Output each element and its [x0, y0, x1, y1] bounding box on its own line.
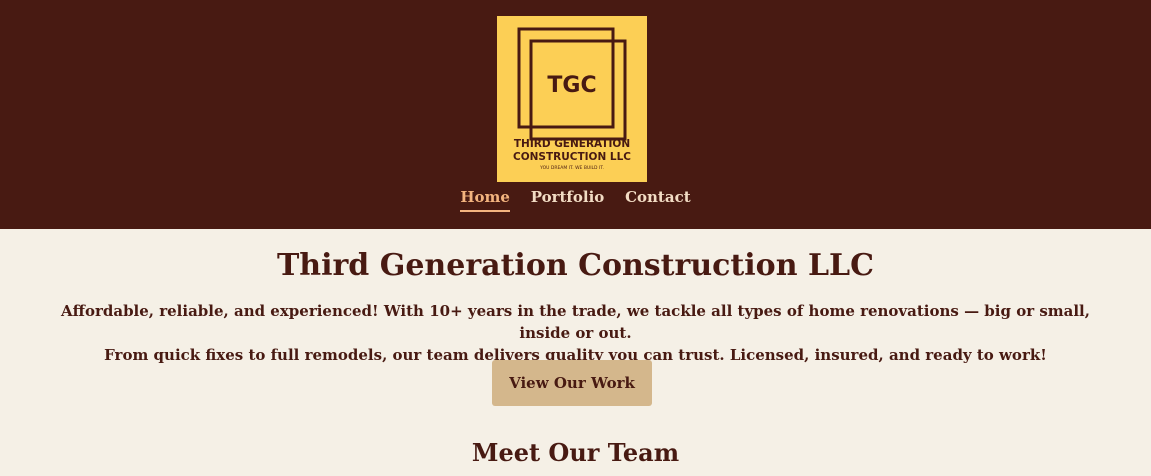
team-section-title: Meet Our Team	[471, 438, 680, 467]
hero-title: Third Generation Construction LLC	[276, 248, 875, 283]
company-logo[interactable]: TGC THIRD GENERATION CONSTRUCTION LLC YO…	[497, 16, 647, 182]
view-our-work-button[interactable]: View Our Work	[492, 360, 652, 406]
main-nav: Home Portfolio Contact	[0, 188, 1151, 212]
logo-tagline: YOU DREAM IT. WE BUILD IT.	[539, 165, 604, 171]
hero-description: Affordable, reliable, and experienced! W…	[60, 300, 1091, 366]
nav-link-portfolio[interactable]: Portfolio	[531, 188, 605, 210]
logo-graphic: TGC THIRD GENERATION CONSTRUCTION LLC YO…	[513, 27, 631, 171]
logo-name-line2: CONSTRUCTION LLC	[513, 151, 631, 163]
logo-name-line1: THIRD GENERATION	[514, 138, 630, 150]
site-header: TGC THIRD GENERATION CONSTRUCTION LLC YO…	[0, 0, 1151, 229]
nav-link-home[interactable]: Home	[460, 188, 510, 212]
hero-description-line1: Affordable, reliable, and experienced! W…	[61, 302, 1090, 342]
nav-link-contact[interactable]: Contact	[625, 188, 691, 210]
logo-monogram: TGC	[547, 73, 596, 98]
